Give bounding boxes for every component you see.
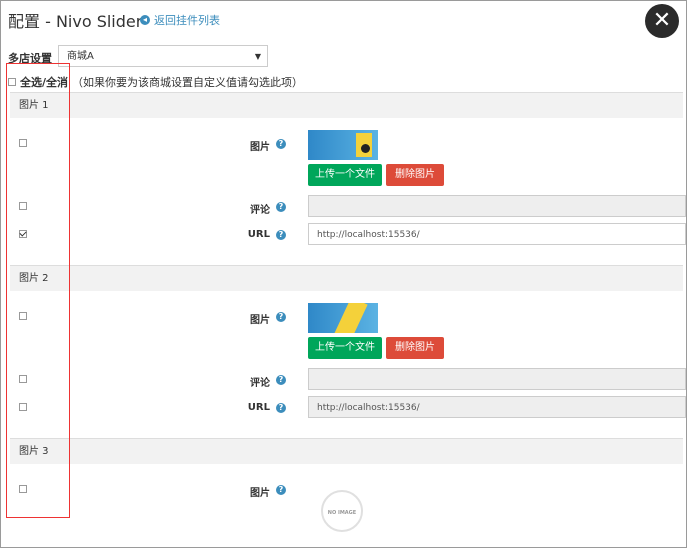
delete-picture-button-2[interactable]: 删除图片 xyxy=(386,337,444,359)
comment-label-1: 评论 xyxy=(250,205,270,216)
url-label-2: URL xyxy=(247,402,270,413)
arrow-left-circle-icon: ◂ xyxy=(140,15,150,25)
store-selected-value: 商城A xyxy=(67,51,94,62)
picture-checkbox-3[interactable] xyxy=(19,485,27,493)
picture-thumbnail-2 xyxy=(308,303,378,333)
chevron-down-icon: ▼ xyxy=(254,52,261,61)
comment-label-2: 评论 xyxy=(250,378,270,389)
back-to-widgets-link[interactable]: ◂ 返回挂件列表 xyxy=(140,12,220,28)
store-label: 多店设置 xyxy=(8,52,52,65)
select-all-row: 全选/全消 （如果你要为该商城设置自定义值请勾选此项） xyxy=(8,74,303,90)
comment-checkbox-2[interactable] xyxy=(19,375,27,383)
question-circle-icon: ? xyxy=(276,403,286,413)
comment-checkbox-1[interactable] xyxy=(19,202,27,210)
group-header-2: 图片 2 xyxy=(10,265,683,291)
comment-input-1[interactable] xyxy=(308,195,686,217)
group-header-1: 图片 1 xyxy=(10,92,683,118)
question-circle-icon: ? xyxy=(276,139,286,149)
question-circle-icon: ? xyxy=(276,202,286,212)
question-circle-icon: ? xyxy=(276,375,286,385)
url-checkbox-2[interactable] xyxy=(19,403,27,411)
picture-checkbox-2[interactable] xyxy=(19,312,27,320)
question-circle-icon: ? xyxy=(276,230,286,240)
back-link-label: 返回挂件列表 xyxy=(154,14,220,27)
select-all-label: 全选/全消 xyxy=(20,76,69,89)
store-select[interactable]: 商城A ▼ xyxy=(58,45,268,67)
picture-label-3: 图片 xyxy=(250,488,270,499)
upload-button-2[interactable]: 上传一个文件 xyxy=(308,337,382,359)
url-input-1[interactable]: http://localhost:15536/ xyxy=(308,223,686,245)
picture-checkbox-1[interactable] xyxy=(19,139,27,147)
url-checkbox-1[interactable] xyxy=(19,230,27,238)
select-all-checkbox[interactable] xyxy=(8,78,16,86)
delete-picture-button-1[interactable]: 删除图片 xyxy=(386,164,444,186)
select-all-hint: （如果你要为该商城设置自定义值请勾选此项） xyxy=(72,76,304,89)
upload-button-1[interactable]: 上传一个文件 xyxy=(308,164,382,186)
close-icon: ✕ xyxy=(652,8,672,33)
close-button[interactable]: ✕ xyxy=(645,4,679,38)
question-circle-icon: ? xyxy=(276,312,286,322)
picture-label-1: 图片 xyxy=(250,142,270,153)
comment-input-2[interactable] xyxy=(308,368,686,390)
question-circle-icon: ? xyxy=(276,485,286,495)
picture-label-2: 图片 xyxy=(250,315,270,326)
group-header-3: 图片 3 xyxy=(10,438,683,464)
no-image-placeholder: NO IMAGE xyxy=(321,490,363,532)
picture-thumbnail-1 xyxy=(308,130,378,160)
page-title: 配置 - Nivo Slider xyxy=(8,12,143,31)
url-label-1: URL xyxy=(247,229,270,240)
url-input-2[interactable]: http://localhost:15536/ xyxy=(308,396,686,418)
